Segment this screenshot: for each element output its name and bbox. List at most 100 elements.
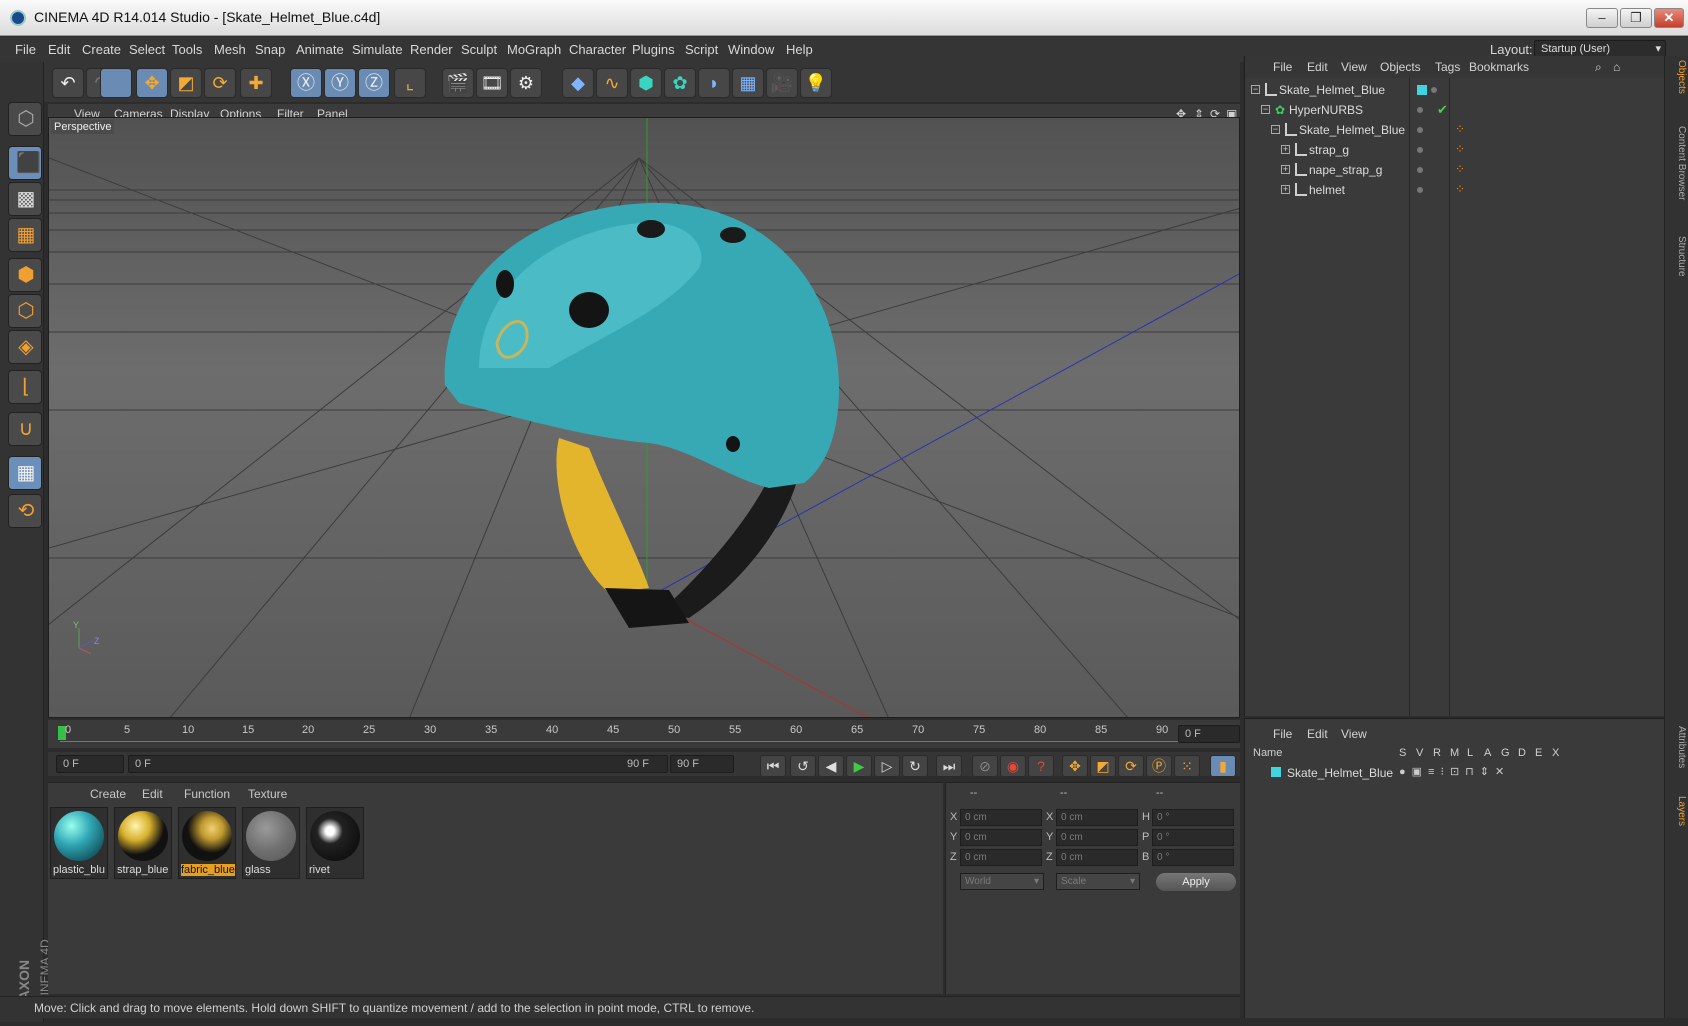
axis-mode-button[interactable]: ⌊: [8, 370, 42, 404]
restore-button[interactable]: ❐: [1620, 8, 1652, 28]
tag-icon[interactable]: ⁘: [1455, 162, 1465, 176]
locked-workplane-button[interactable]: ⟲: [8, 494, 42, 528]
array-button[interactable]: ✿: [664, 68, 696, 98]
home-icon[interactable]: ⌂: [1613, 60, 1620, 74]
x-axis-lock-button[interactable]: Ⓧ: [290, 68, 322, 98]
menu-mograph[interactable]: MoGraph: [507, 42, 561, 57]
range-slider[interactable]: 0 F 90 F: [128, 755, 668, 773]
expand-icon[interactable]: −: [1271, 125, 1280, 134]
menu-character[interactable]: Character: [569, 42, 626, 57]
workplane-lock-button[interactable]: ▦: [8, 456, 42, 490]
model-mode-button[interactable]: ⬛: [8, 146, 42, 180]
visibility-dot[interactable]: [1417, 147, 1423, 153]
tree-row[interactable]: + helmet ⁘: [1245, 180, 1665, 200]
tree-row[interactable]: + nape_strap_g ⁘: [1245, 160, 1665, 180]
previous-key-button[interactable]: ↺: [790, 755, 816, 777]
go-to-end-button[interactable]: ⏭: [936, 755, 962, 777]
deformer-button[interactable]: ◗: [698, 68, 730, 98]
menu-script[interactable]: Script: [685, 42, 718, 57]
tab-structure[interactable]: Structure: [1667, 236, 1687, 277]
timeline-track[interactable]: [60, 724, 1188, 742]
enabled-check-icon[interactable]: ✔: [1437, 102, 1448, 118]
visibility-dot[interactable]: [1417, 187, 1423, 193]
coord-pos-y-field[interactable]: 0 cm: [960, 829, 1042, 846]
obj-menu-objects[interactable]: Objects: [1380, 60, 1421, 74]
tree-row[interactable]: + strap_g ⁘: [1245, 140, 1665, 160]
expand-icon[interactable]: +: [1281, 185, 1290, 194]
material-swatch[interactable]: plastic_blu: [50, 807, 108, 879]
expand-icon[interactable]: −: [1261, 105, 1270, 114]
live-selection-button[interactable]: [100, 68, 132, 98]
y-axis-lock-button[interactable]: Ⓨ: [324, 68, 356, 98]
visibility-dot[interactable]: [1417, 127, 1423, 133]
nurbs-button[interactable]: ⬢: [630, 68, 662, 98]
viewport-perspective[interactable]: Perspective Y Z: [48, 117, 1240, 718]
autokey-button[interactable]: ?: [1028, 755, 1054, 777]
menu-animate[interactable]: Animate: [296, 42, 344, 57]
close-button[interactable]: ✕: [1654, 8, 1684, 28]
layer-row[interactable]: Skate_Helmet_Blue ●▣≡⁝⊡⊓⇕✕: [1245, 763, 1665, 783]
tree-row[interactable]: − Skate_Helmet_Blue: [1245, 80, 1665, 100]
expand-icon[interactable]: +: [1281, 145, 1290, 154]
layer-color-swatch[interactable]: [1417, 85, 1427, 95]
mat-menu-texture[interactable]: Texture: [248, 787, 287, 801]
polygons-mode-button[interactable]: ◈: [8, 330, 42, 364]
key-scale-button[interactable]: ◩: [1090, 755, 1116, 777]
menu-file[interactable]: File: [15, 42, 36, 57]
layer-color-swatch[interactable]: [1271, 767, 1281, 777]
visibility-dot[interactable]: [1431, 87, 1437, 93]
coord-size-z-field[interactable]: 0 cm: [1056, 849, 1138, 866]
coord-size-x-field[interactable]: 0 cm: [1056, 809, 1138, 826]
tag-icon[interactable]: ⁘: [1455, 142, 1465, 156]
menu-simulate[interactable]: Simulate: [352, 42, 403, 57]
visibility-dot[interactable]: [1417, 107, 1423, 113]
light-button[interactable]: 💡: [800, 68, 832, 98]
make-editable-button[interactable]: ⬡: [8, 102, 42, 136]
minimize-button[interactable]: –: [1586, 8, 1618, 28]
play-button[interactable]: ▶: [846, 755, 872, 777]
obj-menu-tags[interactable]: Tags: [1435, 60, 1460, 74]
cube-primitive-button[interactable]: ◆: [562, 68, 594, 98]
add-tool-button[interactable]: ✚: [240, 68, 272, 98]
key-pla-button[interactable]: ⁙: [1174, 755, 1200, 777]
tab-content-browser[interactable]: Content Browser: [1667, 126, 1687, 200]
expand-icon[interactable]: +: [1281, 165, 1290, 174]
move-tool-button[interactable]: ✥: [136, 68, 168, 98]
layer-menu-view[interactable]: View: [1341, 727, 1367, 741]
tree-row[interactable]: − ✿ HyperNURBS ✔: [1245, 100, 1665, 120]
visibility-dot[interactable]: [1417, 167, 1423, 173]
menu-plugins[interactable]: Plugins: [632, 42, 675, 57]
layer-menu-edit[interactable]: Edit: [1307, 727, 1328, 741]
key-parameter-button[interactable]: Ⓟ: [1146, 755, 1172, 777]
menu-mesh[interactable]: Mesh: [214, 42, 246, 57]
texture-mode-button[interactable]: ▩: [8, 182, 42, 216]
coord-rot-p-field[interactable]: 0 °: [1152, 829, 1234, 846]
spline-button[interactable]: ∿: [596, 68, 628, 98]
obj-menu-edit[interactable]: Edit: [1307, 60, 1328, 74]
menu-render[interactable]: Render: [410, 42, 453, 57]
menu-snap[interactable]: Snap: [255, 42, 285, 57]
scale-tool-button[interactable]: ◩: [170, 68, 202, 98]
tab-layers[interactable]: Layers: [1667, 796, 1687, 826]
start-frame-field[interactable]: 0 F: [56, 755, 124, 773]
coord-pos-z-field[interactable]: 0 cm: [960, 849, 1042, 866]
tree-row[interactable]: − Skate_Helmet_Blue ⁘: [1245, 120, 1665, 140]
menu-create[interactable]: Create: [82, 42, 121, 57]
material-swatch[interactable]: glass: [242, 807, 300, 879]
mat-menu-edit[interactable]: Edit: [142, 787, 163, 801]
floor-button[interactable]: ▦: [732, 68, 764, 98]
menu-help[interactable]: Help: [786, 42, 813, 57]
end-frame-field[interactable]: 90 F: [670, 755, 734, 773]
next-frame-button[interactable]: ▷: [874, 755, 900, 777]
material-swatch[interactable]: strap_blue: [114, 807, 172, 879]
coord-rot-h-field[interactable]: 0 °: [1152, 809, 1234, 826]
coord-rot-b-field[interactable]: 0 °: [1152, 849, 1234, 866]
rotate-tool-button[interactable]: ⟳: [204, 68, 236, 98]
material-swatch[interactable]: fabric_blue: [178, 807, 236, 879]
mat-menu-create[interactable]: Create: [90, 787, 126, 801]
search-icon[interactable]: ⌕: [1595, 60, 1602, 75]
mat-menu-function[interactable]: Function: [184, 787, 230, 801]
render-view-button[interactable]: 🎬: [442, 68, 474, 98]
apply-button[interactable]: Apply: [1156, 873, 1236, 891]
menu-tools[interactable]: Tools: [172, 42, 202, 57]
